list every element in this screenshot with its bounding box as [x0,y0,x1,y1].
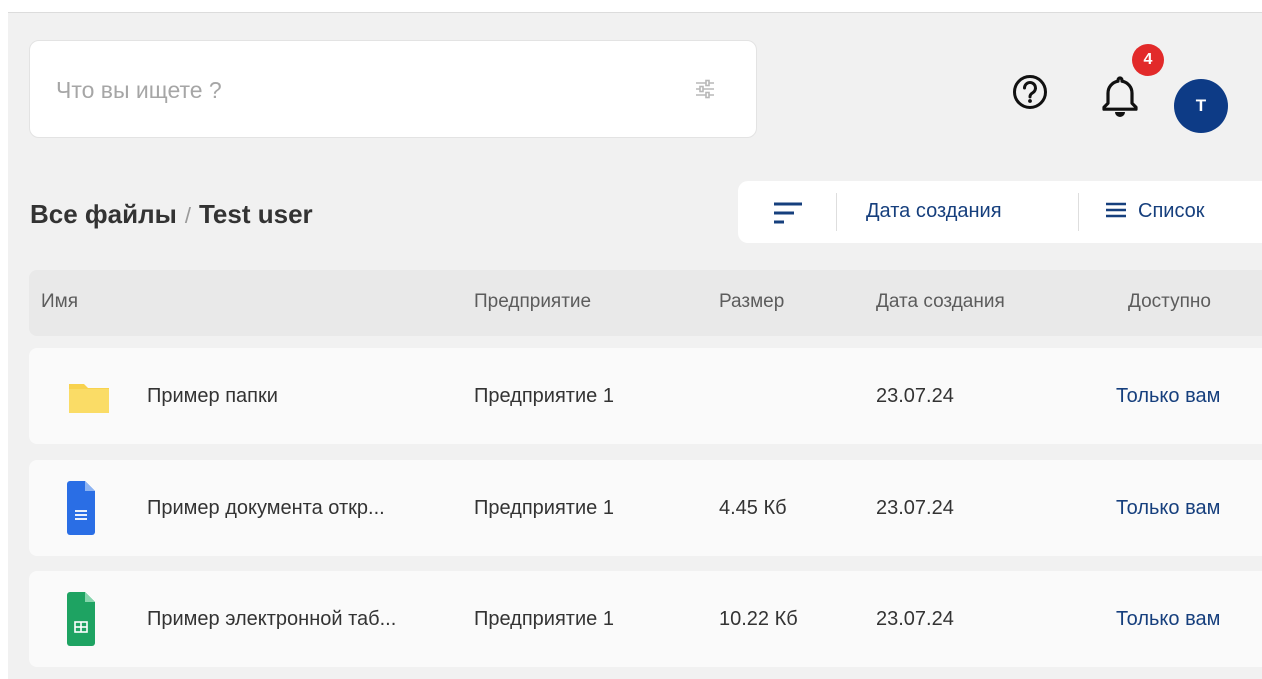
document-icon [67,481,95,535]
sort-field-button[interactable]: Дата создания [866,200,1002,223]
file-date: 23.07.24 [876,497,954,519]
file-date: 23.07.24 [876,608,954,630]
breadcrumb: Все файлы / Test user [30,199,313,230]
search-box[interactable] [29,40,757,139]
file-access: Только вам [1116,608,1221,630]
sort-icon[interactable] [772,200,804,226]
file-size: 10.22 Кб [719,608,798,630]
toolbar-divider [836,193,837,231]
column-header-access[interactable]: Доступно [1128,291,1211,313]
column-header-size[interactable]: Размер [719,291,784,313]
view-mode-button[interactable]: Список [1106,200,1205,223]
toolbar-divider [1078,193,1079,231]
file-company: Предприятие 1 [474,497,614,519]
breadcrumb-root[interactable]: Все файлы [30,199,177,229]
file-company: Предприятие 1 [474,608,614,630]
file-name[interactable]: Пример документа откр... [147,497,447,520]
column-header-date[interactable]: Дата создания [876,291,1005,313]
help-icon[interactable] [1012,74,1048,110]
table-row[interactable]: Пример документа откр... Предприятие 1 4… [29,460,1262,556]
user-avatar[interactable]: T [1174,79,1228,133]
breadcrumb-separator: / [184,203,191,228]
folder-icon [69,384,109,413]
spreadsheet-icon [67,592,95,646]
file-access: Только вам [1116,497,1221,519]
sliders-icon[interactable] [694,78,716,100]
file-company: Предприятие 1 [474,385,614,407]
search-input[interactable] [54,41,678,139]
breadcrumb-current: Test user [198,199,313,229]
file-name[interactable]: Пример папки [147,385,447,408]
file-access: Только вам [1116,385,1221,407]
view-toolbar: Дата создания Список [738,181,1262,243]
table-header: Имя Предприятие Размер Дата создания Дос… [29,270,1262,336]
column-header-company[interactable]: Предприятие [474,291,591,313]
file-name[interactable]: Пример электронной таб... [147,608,447,631]
table-row[interactable]: Пример электронной таб... Предприятие 1 … [29,571,1262,667]
table-row[interactable]: Пример папки Предприятие 1 23.07.24 Толь… [29,348,1262,444]
menu-icon [1106,202,1126,218]
view-mode-label: Список [1138,200,1205,222]
column-header-name[interactable]: Имя [41,291,78,313]
file-size: 4.45 Кб [719,497,787,519]
file-manager: 4 T Все файлы / Test user Дата создания Сп… [8,12,1262,679]
file-date: 23.07.24 [876,385,954,407]
bell-icon[interactable] [1098,73,1142,117]
notification-badge: 4 [1132,44,1164,76]
